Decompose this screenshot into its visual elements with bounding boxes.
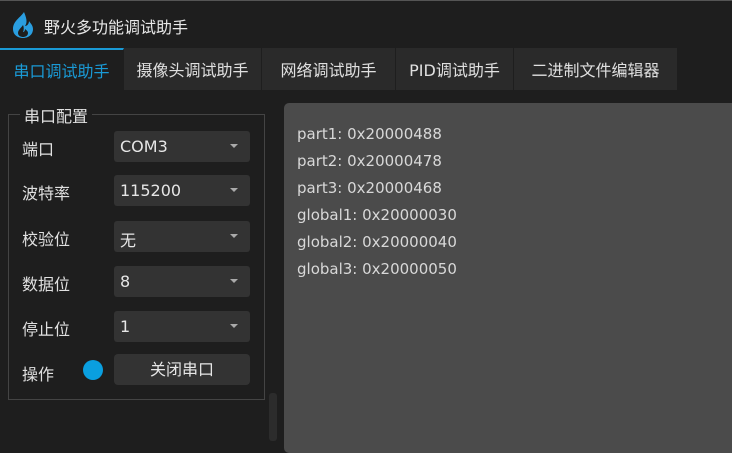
status-indicator-icon xyxy=(83,360,103,380)
chevron-down-icon xyxy=(230,144,238,148)
app-title: 野火多功能调试助手 xyxy=(44,18,189,37)
stopbits-label: 停止位 xyxy=(22,320,71,339)
title-bar: 野火多功能调试助手 xyxy=(0,0,732,47)
serial-config-title: 串口配置 xyxy=(20,103,93,127)
databits-select[interactable]: 8 xyxy=(114,266,250,297)
port-label: 端口 xyxy=(22,140,55,159)
databits-value: 8 xyxy=(120,272,131,291)
port-value: COM3 xyxy=(120,137,168,156)
baud-value: 115200 xyxy=(120,181,182,200)
parity-value: 无 xyxy=(120,231,137,250)
flame-logo-icon xyxy=(13,12,33,38)
output-line: part3: 0x20000468 xyxy=(297,179,442,197)
output-line: global1: 0x20000030 xyxy=(297,206,457,224)
tab-network[interactable]: 网络调试助手 xyxy=(262,48,396,90)
action-label: 操作 xyxy=(22,365,55,384)
output-line: global2: 0x20000040 xyxy=(297,233,457,251)
chevron-down-icon xyxy=(230,234,238,238)
output-line: part2: 0x20000478 xyxy=(297,152,442,170)
tab-camera[interactable]: 摄像头调试助手 xyxy=(124,48,262,90)
chevron-down-icon xyxy=(230,188,238,192)
port-select[interactable]: COM3 xyxy=(114,131,250,162)
output-line: global3: 0x20000050 xyxy=(297,260,457,278)
receive-output-area[interactable]: part1: 0x20000488 part2: 0x20000478 part… xyxy=(284,103,732,453)
baud-label: 波特率 xyxy=(22,184,71,203)
output-line: part1: 0x20000488 xyxy=(297,125,442,143)
parity-label: 校验位 xyxy=(22,230,71,249)
databits-label: 数据位 xyxy=(22,275,71,294)
stopbits-value: 1 xyxy=(120,317,131,336)
scrollbar[interactable] xyxy=(269,393,277,441)
parity-select[interactable]: 无 xyxy=(114,221,250,252)
stopbits-select[interactable]: 1 xyxy=(114,311,250,342)
chevron-down-icon xyxy=(230,279,238,283)
close-port-button[interactable]: 关闭串口 xyxy=(114,354,250,385)
baud-select[interactable]: 115200 xyxy=(114,175,250,206)
tab-serial[interactable]: 串口调试助手 xyxy=(0,48,124,90)
chevron-down-icon xyxy=(230,324,238,328)
tab-pid[interactable]: PID调试助手 xyxy=(396,48,514,90)
tab-binary-editor[interactable]: 二进制文件编辑器 xyxy=(514,48,678,90)
